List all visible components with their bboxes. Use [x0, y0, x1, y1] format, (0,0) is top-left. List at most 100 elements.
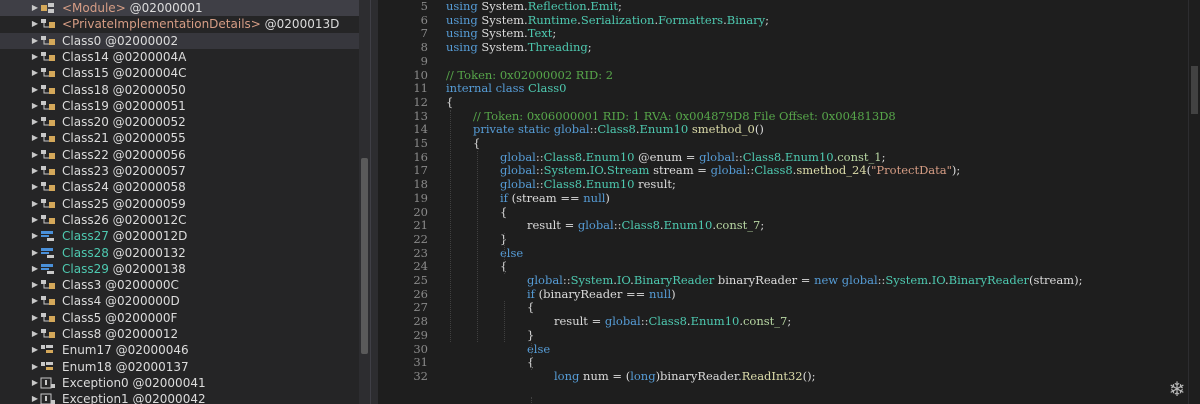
tree-item[interactable]: ▶ Class27 @0200012D [0, 228, 359, 244]
expand-arrow-icon[interactable]: ▶ [30, 16, 40, 32]
code-line[interactable]: 10 // Token: 0x02000002 RID: 2 [378, 68, 1188, 83]
code-token: BinaryReader [948, 273, 1030, 287]
class-icon [40, 132, 56, 144]
code-line[interactable]: 13 // Token: 0x06000001 RID: 1 RVA: 0x004… [378, 109, 1188, 124]
code-line[interactable]: 16 global::Class8.Enum10 @enum = global::… [378, 150, 1188, 165]
line-number: 9 [420, 53, 428, 68]
expand-arrow-icon[interactable]: ▶ [30, 310, 40, 326]
code-line[interactable]: 21 result = global::Class8.Enum10.const_7… [378, 218, 1188, 233]
expand-arrow-icon[interactable]: ▶ [30, 196, 40, 212]
tree-item-name: Class28 [62, 245, 109, 260]
code-line[interactable]: 15 { [378, 136, 1188, 151]
tree-item[interactable]: ▶ Class22 @02000056 [0, 147, 359, 163]
expand-arrow-icon[interactable]: ▶ [30, 359, 40, 375]
class-icon [40, 328, 56, 340]
expand-arrow-icon[interactable]: ▶ [30, 179, 40, 195]
code-line[interactable]: 17 global::System.IO.Stream stream = glob… [378, 164, 1188, 178]
editor-scrollbar-thumb[interactable] [1191, 66, 1198, 114]
expand-arrow-icon[interactable]: ▶ [30, 293, 40, 309]
tree-item[interactable]: ▶ <Module> @02000001 [0, 0, 359, 16]
code-line[interactable]: 18 global::Class8.Enum10 result; [378, 177, 1188, 192]
expand-arrow-icon[interactable]: ▶ [30, 82, 40, 98]
code-line[interactable]: 7 using System.Text; [378, 27, 1188, 41]
code-line[interactable]: 20 { [378, 205, 1188, 220]
tree-item[interactable]: ▶ Class3 @0200000C [0, 277, 359, 293]
code-text: using System.Threading; [446, 40, 592, 55]
code-line[interactable]: 14 private static global::Class8.Enum10 s… [378, 122, 1188, 137]
code-line[interactable]: 23 else [378, 246, 1188, 261]
expand-arrow-icon[interactable]: ▶ [30, 147, 40, 163]
tree-item[interactable]: ▶ Class8 @02000012 [0, 326, 359, 342]
code-line[interactable]: 19 if (stream == null) [378, 191, 1188, 206]
code-line[interactable]: 32 long num = (long)binaryReader.ReadInt3… [378, 369, 1188, 384]
code-line[interactable]: 29} [378, 328, 1188, 343]
tree-item[interactable]: ▶ Class26 @0200012C [0, 212, 359, 228]
tree-item[interactable]: ▶ Exception1 @02000042 [0, 391, 359, 404]
pane-splitter[interactable] [370, 0, 378, 404]
code-line[interactable]: 30 else [378, 342, 1188, 357]
code-line[interactable]: 27 { [378, 301, 1188, 315]
expand-arrow-icon[interactable]: ▶ [30, 33, 40, 49]
expand-arrow-icon[interactable]: ▶ [30, 228, 40, 244]
tree-item[interactable]: ▶ Class24 @02000058 [0, 179, 359, 195]
tree-scrollbar[interactable] [359, 0, 370, 404]
expand-arrow-icon[interactable]: ▶ [30, 98, 40, 114]
code-line[interactable]: 24{ [378, 259, 1188, 274]
code-line[interactable]: 22} [378, 232, 1188, 247]
class-icon [40, 18, 56, 30]
tree-item[interactable]: ▶ Class21 @02000055 [0, 130, 359, 146]
tree-item[interactable]: ▶ Class18 @02000050 [0, 82, 359, 98]
snowflake-icon[interactable]: ❄ [1166, 378, 1188, 400]
tree-item[interactable]: ▶ Class29 @02000138 [0, 261, 359, 277]
code-editor[interactable]: 5 using System.Reflection.Emit; 6 using Sys… [378, 0, 1188, 404]
code-line[interactable]: 6 using System.Runtime.Serialization.Form… [378, 13, 1188, 28]
tree-item[interactable]: ▶ Enum17 @02000046 [0, 342, 359, 358]
code-line[interactable]: 8 using System.Threading; [378, 40, 1188, 55]
code-text: global::System.IO.Stream stream = global… [500, 164, 960, 178]
expand-arrow-icon[interactable]: ▶ [30, 245, 40, 261]
expand-arrow-icon[interactable]: ▶ [30, 49, 40, 65]
tree-item[interactable]: ▶ Class19 @02000051 [0, 98, 359, 114]
tree-item[interactable]: ▶ Class0 @02000002 [0, 32, 359, 49]
expand-arrow-icon[interactable]: ▶ [30, 277, 40, 293]
expand-arrow-icon[interactable]: ▶ [30, 0, 40, 16]
code-line[interactable]: 12 { [378, 94, 1188, 110]
expand-arrow-icon[interactable]: ▶ [30, 326, 40, 342]
expand-arrow-icon[interactable]: ▶ [30, 114, 40, 130]
tree-item[interactable]: ▶ Class4 @0200000D [0, 293, 359, 309]
code-line[interactable]: 26 if (binaryReader == null) [378, 287, 1188, 302]
code-line[interactable]: 11 internal class Class0 [378, 81, 1188, 96]
code-line[interactable]: 28 result = global::Class8.Enum10.const_7… [378, 314, 1188, 329]
expand-arrow-icon[interactable]: ▶ [30, 261, 40, 277]
assembly-tree[interactable]: ▶ <Module> @02000001 ▶ <PrivateImplementati… [0, 0, 359, 404]
tree-item[interactable]: ▶ Exception0 @02000041 [0, 375, 359, 391]
tree-item[interactable]: ▶ Class20 @02000052 [0, 114, 359, 130]
expand-arrow-icon[interactable]: ▶ [30, 65, 40, 81]
tree-item-token: @0200012D [108, 229, 188, 244]
code-line[interactable]: 25 global::System.IO.BinaryReader binaryR… [378, 273, 1188, 288]
tree-item[interactable]: ▶ Class25 @02000059 [0, 196, 359, 212]
code-line[interactable]: 5 using System.Reflection.Emit; [378, 0, 1188, 14]
code-line[interactable]: 31{ [378, 355, 1188, 370]
expand-arrow-icon[interactable]: ▶ [30, 212, 40, 228]
expand-arrow-icon[interactable]: ▶ [30, 342, 40, 358]
tree-item[interactable]: ▶ Class28 @02000132 [0, 245, 359, 261]
tree-item[interactable]: ▶ <PrivateImplementationDetails> @0200013… [0, 16, 359, 32]
expand-arrow-icon[interactable]: ▶ [30, 391, 40, 404]
expand-arrow-icon[interactable]: ▶ [30, 375, 40, 391]
expand-arrow-icon[interactable]: ▶ [30, 163, 40, 179]
expand-arrow-icon[interactable]: ▶ [30, 130, 40, 146]
tree-scrollbar-thumb[interactable] [361, 158, 368, 354]
tree-item[interactable]: ▶ Enum18 @02000137 [0, 359, 359, 375]
tree-item[interactable]: ▶ Class14 @0200004A [0, 49, 359, 65]
editor-scrollbar[interactable] [1188, 0, 1200, 404]
tree-item[interactable]: ▶ Class23 @02000057 [0, 163, 359, 179]
tree-item-token: @02000041 [128, 375, 206, 390]
tree-item[interactable]: ▶ Class5 @0200000F [0, 310, 359, 326]
tree-item[interactable]: ▶ Class15 @0200004C [0, 65, 359, 81]
line-number: 12 [413, 94, 428, 109]
code-line[interactable]: 9 [378, 53, 1188, 69]
tree-item-token: @0200012C [108, 212, 187, 227]
line-number: 5 [420, 0, 428, 13]
indent-guide [531, 397, 532, 404]
